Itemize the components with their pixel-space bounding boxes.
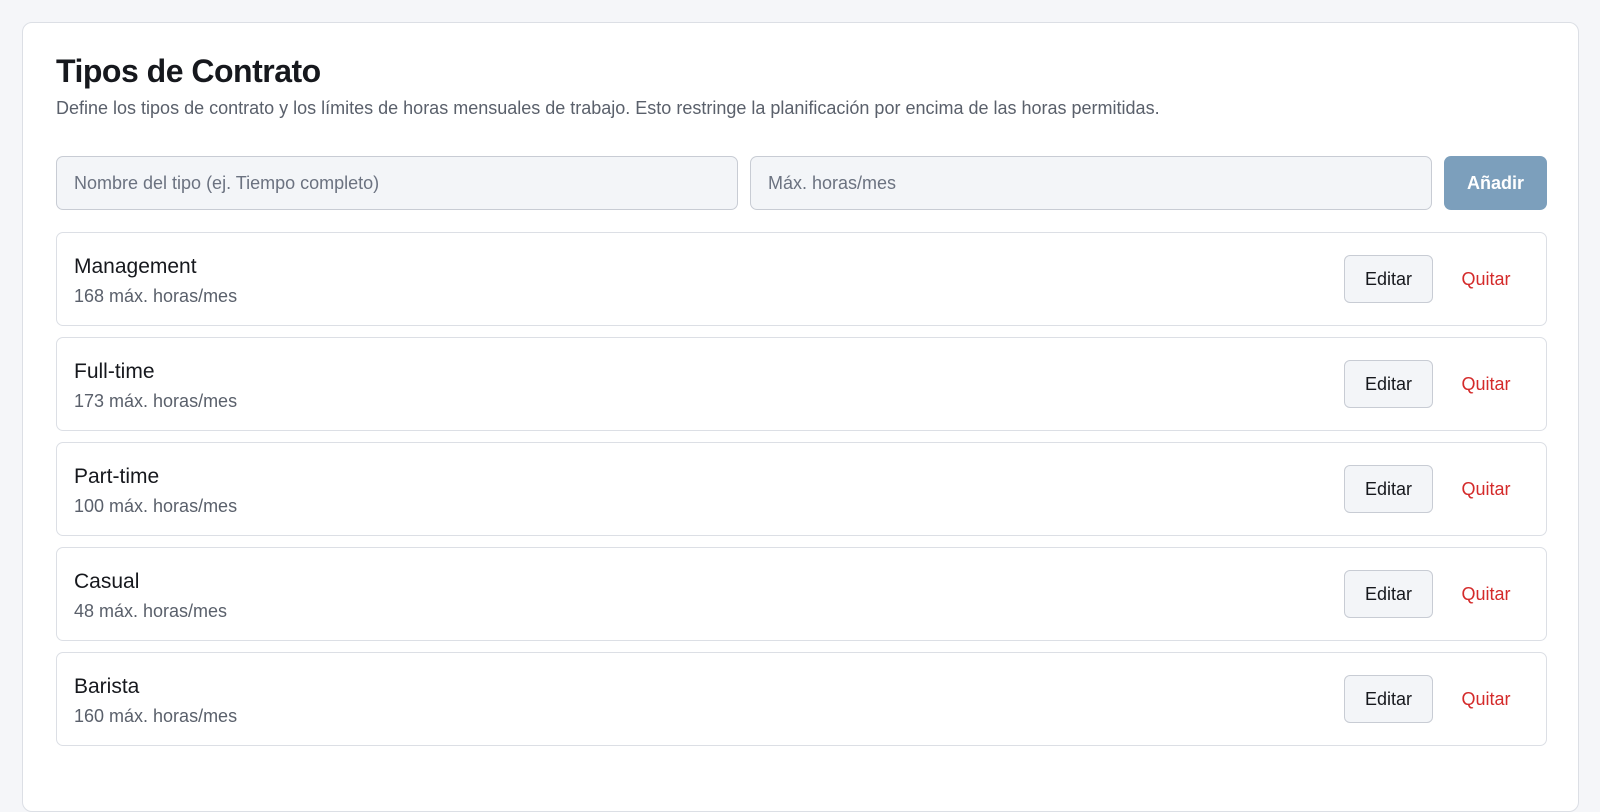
contract-type-hours: 160 máx. horas/mes [74,706,238,726]
list-item: Full-time 173 máx. horas/mes Editar Quit… [56,337,1547,431]
contract-type-name: Full-time [74,360,155,383]
edit-button[interactable]: Editar [1344,465,1433,513]
list-item: Part-time 100 máx. horas/mes Editar Quit… [56,442,1547,536]
contract-type-name: Casual [74,570,140,593]
remove-button[interactable]: Quitar [1444,255,1528,303]
list-item: Management 168 máx. horas/mes Editar Qui… [56,232,1547,326]
contract-type-hours: 173 máx. horas/mes [74,391,238,411]
list-item: Casual 48 máx. horas/mes Editar Quitar [56,547,1547,641]
page-description: Define los tipos de contrato y los límit… [56,98,1160,118]
edit-button[interactable]: Editar [1344,360,1433,408]
contract-type-hours: 168 máx. horas/mes [74,286,238,306]
contract-types-card: Tipos de Contrato Define los tipos de co… [22,22,1579,812]
list-item: Barista 160 máx. horas/mes Editar Quitar [56,652,1547,746]
max-hours-input[interactable] [750,156,1432,210]
contract-type-hours: 48 máx. horas/mes [74,601,228,621]
remove-button[interactable]: Quitar [1444,675,1528,723]
contract-type-name: Barista [74,675,140,698]
edit-button[interactable]: Editar [1344,675,1433,723]
edit-button[interactable]: Editar [1344,570,1433,618]
contract-name-input[interactable] [56,156,738,210]
contract-type-name: Management [74,255,197,278]
contract-type-hours: 100 máx. horas/mes [74,496,238,516]
contract-type-name: Part-time [74,465,160,488]
contract-types-list: Management 168 máx. horas/mes Editar Qui… [56,232,1547,757]
remove-button[interactable]: Quitar [1444,570,1528,618]
edit-button[interactable]: Editar [1344,255,1433,303]
remove-button[interactable]: Quitar [1444,360,1528,408]
add-button[interactable]: Añadir [1444,156,1547,210]
page-title: Tipos de Contrato [56,53,321,89]
remove-button[interactable]: Quitar [1444,465,1528,513]
